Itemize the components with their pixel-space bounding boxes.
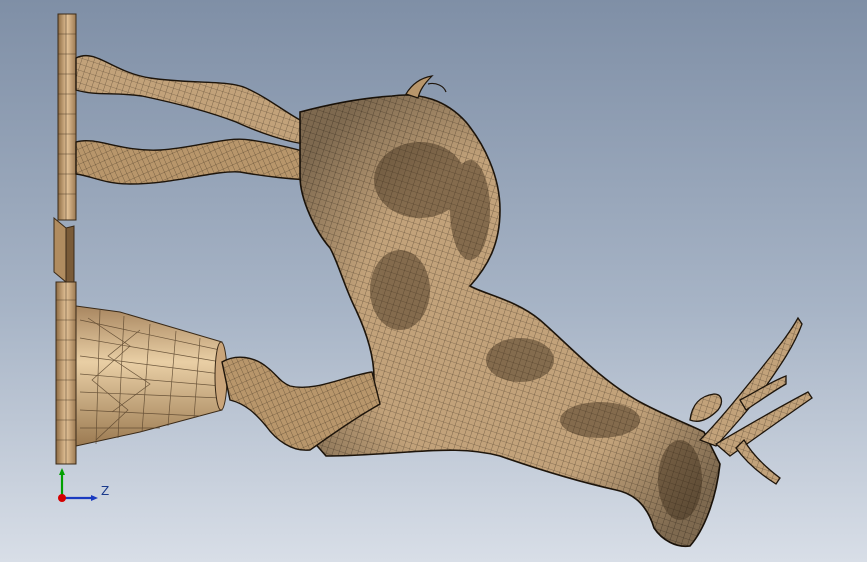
deer-mesh-model[interactable] <box>0 0 867 562</box>
z-axis-arrowhead <box>91 495 98 501</box>
y-axis-arrowhead <box>59 468 65 475</box>
deer-body <box>299 75 721 548</box>
base-plate-lower <box>55 281 77 465</box>
graphics-viewport[interactable]: Z <box>0 0 867 562</box>
z-axis-label: Z <box>101 484 110 498</box>
base-plate-middle <box>53 216 75 287</box>
coordinate-triad <box>58 468 98 502</box>
base-plate-upper <box>57 13 77 221</box>
hind-legs <box>75 54 321 185</box>
tree-stump <box>75 305 228 447</box>
x-axis-point <box>58 494 66 502</box>
